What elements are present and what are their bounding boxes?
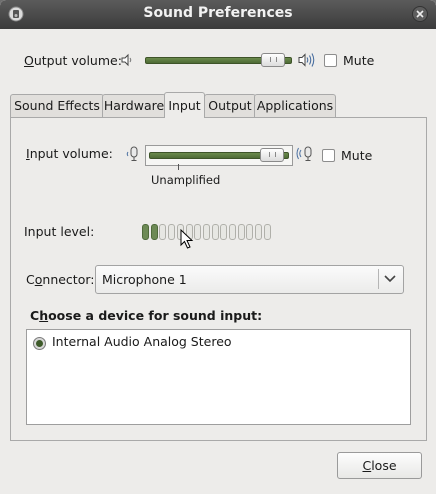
speaker-low-icon: [121, 53, 132, 67]
input-mute-checkbox[interactable]: [322, 149, 335, 162]
device-label: Internal Audio Analog Stereo: [52, 334, 232, 349]
level-segment: [220, 224, 228, 240]
mouse-cursor-icon: [180, 229, 194, 249]
input-level-label: Input level:: [24, 224, 95, 239]
level-segment: [159, 224, 167, 240]
connector-dropdown[interactable]: Microphone 1: [95, 265, 404, 294]
output-mute-label[interactable]: Mute: [343, 53, 374, 68]
level-segment: [255, 224, 263, 240]
output-mute-checkbox[interactable]: [324, 54, 337, 67]
input-volume-slider[interactable]: [145, 145, 293, 166]
close-icon[interactable]: [412, 6, 428, 22]
level-segment: [142, 224, 149, 240]
close-button[interactable]: Close: [337, 452, 422, 479]
level-segment: [229, 224, 236, 240]
tab-input[interactable]: Input: [164, 92, 205, 118]
dropdown-separator: [378, 269, 379, 289]
list-item[interactable]: Internal Audio Analog Stereo: [27, 330, 410, 352]
level-segment: [263, 224, 271, 240]
unamplified-label: Unamplified: [151, 173, 221, 187]
input-volume-slider-handle[interactable]: [259, 148, 284, 162]
tab-sound-effects[interactable]: Sound Effects: [10, 94, 104, 117]
level-segment: [194, 224, 202, 240]
unamplified-mark: [178, 164, 179, 170]
level-segment: [246, 224, 254, 240]
output-volume-slider-handle[interactable]: [261, 53, 286, 67]
device-chooser-heading: Choose a device for sound input:: [30, 308, 263, 323]
title-bar[interactable]: Sound Preferences: [0, 0, 436, 29]
input-device-list[interactable]: Internal Audio Analog Stereo: [26, 329, 411, 425]
input-volume-label: Input volume:: [26, 146, 113, 161]
level-segment: [202, 224, 210, 240]
tab-applications[interactable]: Applications: [254, 94, 336, 117]
input-mute-label[interactable]: Mute: [341, 148, 372, 163]
connector-label: Connector:: [26, 272, 95, 287]
sound-preferences-window: Sound Preferences Output volume: Mute So…: [0, 0, 436, 494]
connector-selected-value: Microphone 1: [102, 272, 187, 287]
speaker-high-icon: [298, 53, 315, 67]
microphone-low-icon: [126, 146, 138, 161]
microphone-high-icon: [296, 146, 312, 161]
output-volume-label: Output volume:: [24, 53, 122, 68]
level-segment: [150, 224, 158, 240]
chevron-down-icon[interactable]: [383, 274, 397, 284]
device-radio-selected[interactable]: [33, 337, 46, 350]
tab-hardware[interactable]: Hardware: [102, 94, 166, 117]
tab-output[interactable]: Output: [204, 94, 256, 117]
window-title: Sound Preferences: [143, 5, 293, 21]
level-segment: [237, 224, 245, 240]
level-segment: [211, 224, 219, 240]
level-segment: [168, 224, 176, 240]
